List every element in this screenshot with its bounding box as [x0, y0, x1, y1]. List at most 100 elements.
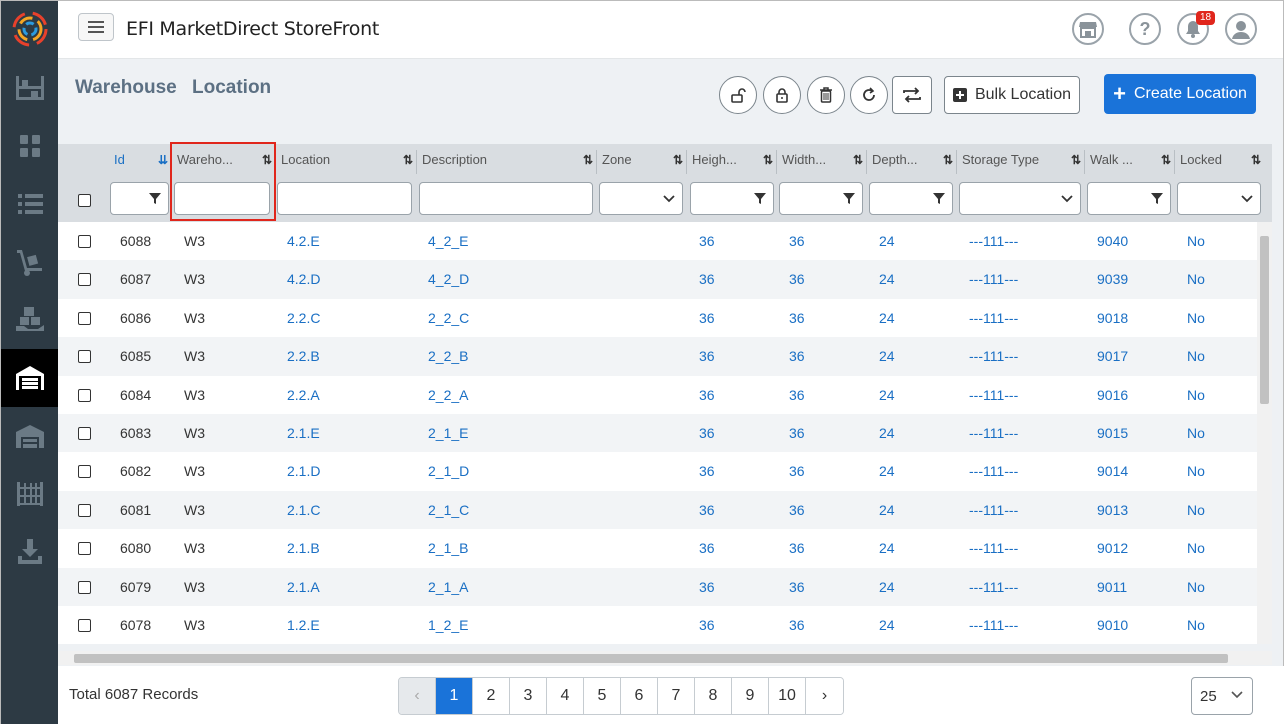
column-header-width[interactable]: Width... ⇅ — [777, 144, 867, 222]
table-cell[interactable]: 2_1_E — [428, 414, 468, 452]
table-cell[interactable]: 36 — [789, 491, 805, 529]
help-button[interactable]: ? — [1129, 13, 1161, 45]
table-cell[interactable]: No — [1187, 491, 1205, 529]
filter-id-input[interactable] — [110, 182, 169, 215]
sidebar-item-receiving[interactable] — [1, 291, 58, 349]
table-cell[interactable]: 24 — [879, 376, 895, 414]
column-header-warehouse[interactable]: Wareho... ⇅ — [172, 144, 276, 222]
table-cell[interactable]: 9012 — [1097, 529, 1128, 567]
sidebar-item-download[interactable] — [1, 523, 58, 581]
table-cell[interactable]: ---111--- — [969, 260, 1018, 298]
table-cell[interactable]: 36 — [789, 606, 805, 644]
column-header-zone[interactable]: Zone ⇅ — [597, 144, 687, 222]
page-button[interactable]: 1 — [436, 678, 473, 714]
table-cell[interactable]: 36 — [699, 299, 715, 337]
table-row[interactable]: 6087 W3 4.2.D 4_2_D 36 36 24 ---111--- 9039 No — [58, 260, 1258, 299]
table-cell[interactable]: ---111--- — [969, 222, 1018, 260]
table-cell[interactable]: 24 — [879, 337, 895, 375]
table-cell[interactable]: 2_1_A — [428, 568, 468, 606]
sidebar-item-dashboard[interactable] — [1, 117, 58, 175]
filter-height-input[interactable] — [690, 182, 774, 215]
row-checkbox[interactable] — [78, 311, 91, 325]
table-cell[interactable]: 36 — [699, 414, 715, 452]
page-button[interactable]: 8 — [695, 678, 732, 714]
table-cell[interactable]: 9011 — [1097, 568, 1127, 606]
column-header-depth[interactable]: Depth... ⇅ — [867, 144, 957, 222]
vertical-scroll-thumb[interactable] — [1260, 236, 1269, 404]
transfer-button[interactable] — [892, 76, 932, 114]
table-cell[interactable]: 36 — [789, 529, 805, 567]
column-header-location[interactable]: Location ⇅ — [276, 144, 417, 222]
table-row[interactable]: 6083 W3 2.1.E 2_1_E 36 36 24 ---111--- 9015 No — [58, 414, 1258, 453]
table-cell[interactable]: No — [1187, 529, 1205, 567]
table-cell[interactable]: 2.1.D — [287, 452, 320, 490]
table-cell[interactable]: 2.1.E — [287, 414, 320, 452]
table-row[interactable]: 6079 W3 2.1.A 2_1_A 36 36 24 ---111--- 9011 No — [58, 567, 1258, 606]
page-button[interactable]: 7 — [658, 678, 695, 714]
sort-icon[interactable]: ⇅ — [1071, 153, 1081, 167]
table-cell[interactable]: ---111--- — [969, 337, 1018, 375]
table-cell[interactable]: 2.1.B — [287, 529, 320, 567]
page-button[interactable]: 4 — [547, 678, 584, 714]
row-checkbox[interactable] — [78, 542, 91, 556]
table-cell[interactable]: 36 — [699, 529, 715, 567]
filter-zone-select[interactable] — [599, 182, 683, 215]
table-cell[interactable]: 4.2.E — [287, 222, 320, 260]
filter-locked-select[interactable] — [1177, 182, 1261, 215]
table-cell[interactable]: 36 — [699, 376, 715, 414]
table-cell[interactable]: 1.2.E — [287, 606, 320, 644]
page-button[interactable]: 9 — [732, 678, 769, 714]
table-cell[interactable]: 24 — [879, 260, 895, 298]
delete-button[interactable] — [807, 76, 845, 114]
row-checkbox[interactable] — [78, 350, 91, 364]
table-cell[interactable]: 1_2_E — [428, 606, 468, 644]
table-cell[interactable]: 36 — [789, 414, 805, 452]
table-cell[interactable]: 24 — [879, 606, 895, 644]
table-cell[interactable]: 2.2.C — [287, 299, 320, 337]
sidebar-item-rack[interactable] — [1, 465, 58, 523]
filter-storage-type-select[interactable] — [959, 182, 1081, 215]
filter-description-input[interactable] — [419, 182, 593, 215]
page-button[interactable]: 2 — [473, 678, 510, 714]
column-header-id[interactable]: Id ⇊ — [109, 144, 172, 222]
table-cell[interactable]: 36 — [699, 337, 715, 375]
table-row[interactable]: 6080 W3 2.1.B 2_1_B 36 36 24 ---111--- 9012 No — [58, 529, 1258, 567]
table-cell[interactable]: 9015 — [1097, 414, 1128, 452]
row-checkbox[interactable] — [78, 503, 91, 517]
table-row[interactable]: 6082 W3 2.1.D 2_1_D 36 36 24 ---111--- 9014 No — [58, 452, 1258, 490]
create-location-button[interactable]: + Create Location — [1104, 74, 1256, 114]
table-cell[interactable]: 24 — [879, 452, 895, 490]
table-cell[interactable]: 24 — [879, 299, 895, 337]
table-cell[interactable]: 4.2.D — [287, 260, 320, 298]
page-size-select[interactable]: 25 — [1191, 677, 1253, 715]
filter-icon[interactable] — [932, 191, 946, 205]
page-button[interactable]: 10 — [769, 678, 806, 714]
table-cell[interactable]: No — [1187, 606, 1205, 644]
table-cell[interactable]: No — [1187, 414, 1205, 452]
table-cell[interactable]: ---111--- — [969, 299, 1018, 337]
vertical-scrollbar[interactable] — [1257, 222, 1272, 644]
filter-icon[interactable] — [753, 191, 767, 205]
bulk-location-button[interactable]: Bulk Location — [944, 76, 1080, 114]
column-header-height[interactable]: Heigh... ⇅ — [687, 144, 777, 222]
table-cell[interactable]: 36 — [699, 222, 715, 260]
table-cell[interactable]: 9040 — [1097, 222, 1128, 260]
table-cell[interactable]: 2.2.B — [287, 337, 320, 375]
table-cell[interactable]: No — [1187, 337, 1205, 375]
table-row[interactable]: 6081 W3 2.1.C 2_1_C 36 36 24 ---111--- 9013 No — [58, 490, 1258, 530]
table-cell[interactable]: 36 — [789, 452, 805, 490]
filter-depth-input[interactable] — [869, 182, 953, 215]
table-cell[interactable]: ---111--- — [969, 452, 1018, 490]
row-checkbox[interactable] — [78, 619, 91, 632]
table-cell[interactable]: No — [1187, 299, 1205, 337]
app-logo[interactable] — [11, 10, 49, 48]
table-cell[interactable]: No — [1187, 376, 1205, 414]
table-cell[interactable]: 4_2_E — [428, 222, 468, 260]
sort-icon[interactable]: ⇅ — [853, 153, 863, 167]
table-cell[interactable]: 2_2_A — [428, 376, 468, 414]
page-button[interactable]: 5 — [584, 678, 621, 714]
page-button[interactable]: 3 — [510, 678, 547, 714]
table-cell[interactable]: 9013 — [1097, 491, 1128, 529]
filter-walk-sequence-input[interactable] — [1087, 182, 1171, 215]
table-cell[interactable]: 24 — [879, 568, 895, 606]
